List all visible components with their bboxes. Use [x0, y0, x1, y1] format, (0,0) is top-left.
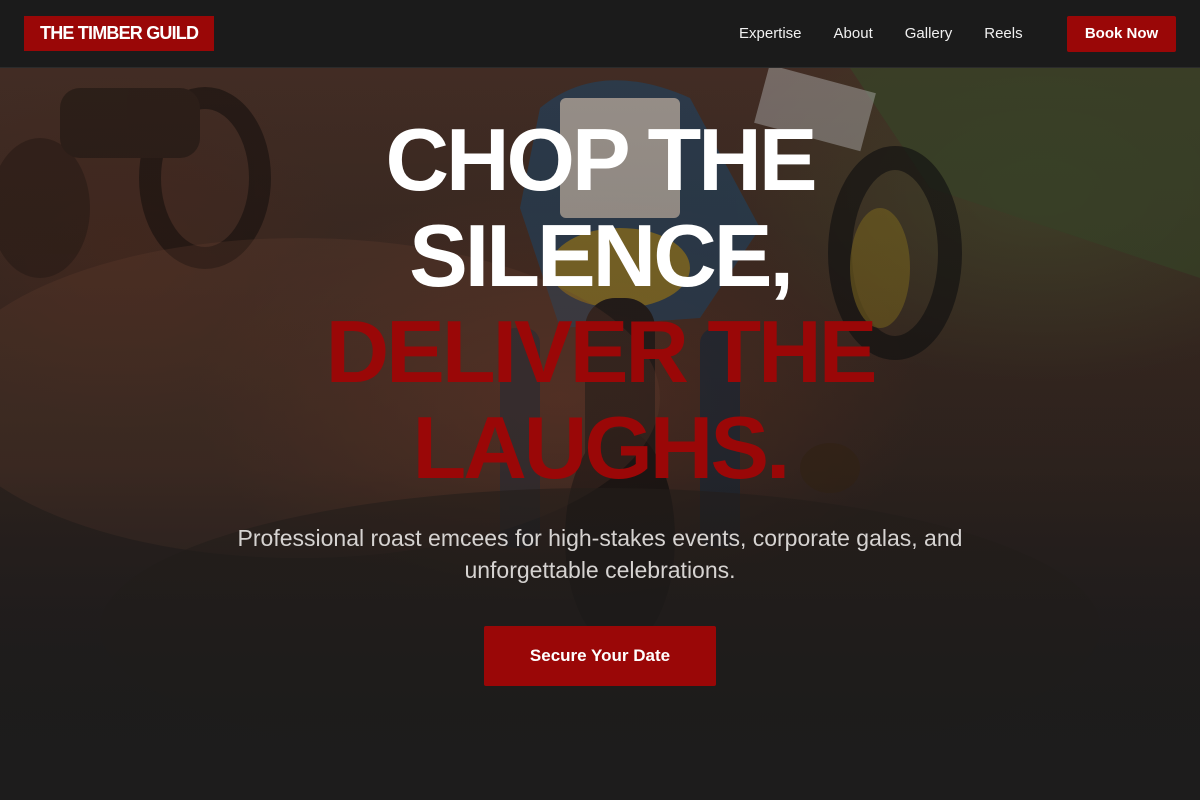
headline-line-2: SILENCE,	[409, 206, 794, 305]
headline-line-4: LAUGHS.	[412, 398, 791, 497]
nav-link-expertise[interactable]: Expertise	[739, 24, 802, 44]
headline-line-3: DELIVER THE	[325, 302, 878, 401]
secure-your-date-button[interactable]: Secure Your Date	[484, 626, 716, 686]
nav-link-about[interactable]: About	[834, 24, 873, 44]
nav-link-gallery[interactable]: Gallery	[905, 24, 953, 44]
top-navbar: THE TIMBER GUILD Expertise About Gallery…	[0, 0, 1200, 68]
book-now-button[interactable]: Book Now	[1067, 16, 1176, 52]
landing-page: THE TIMBER GUILD Expertise About Gallery…	[0, 0, 1200, 800]
hero-headline: CHOP THE SILENCE, DELIVER THE LAUGHS.	[200, 112, 1000, 496]
brand-logo[interactable]: THE TIMBER GUILD	[24, 16, 215, 51]
hero-subtitle: Professional roast emcees for high-stake…	[237, 525, 963, 583]
headline-line-1: CHOP THE	[385, 110, 817, 209]
nav-link-reels[interactable]: Reels	[984, 24, 1022, 44]
nav-links: Expertise About Gallery Reels	[739, 24, 1055, 44]
